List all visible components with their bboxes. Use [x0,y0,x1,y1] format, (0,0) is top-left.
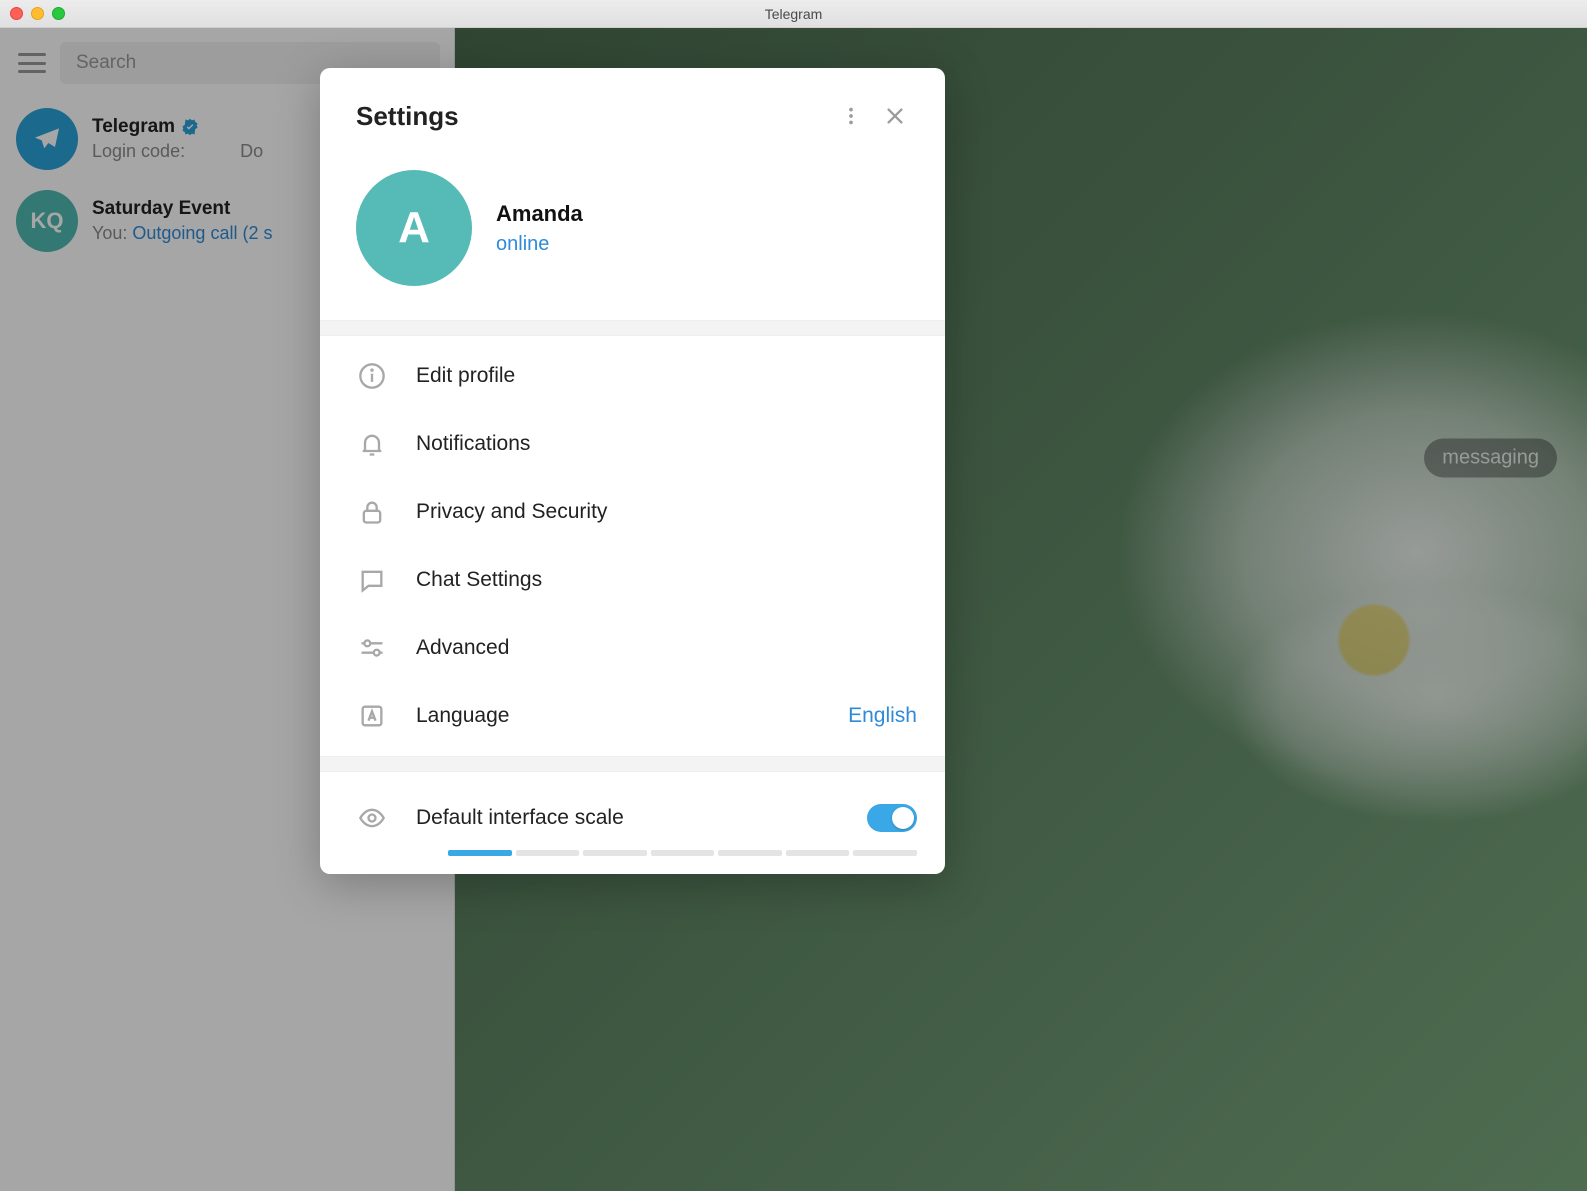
window-title: Telegram [0,6,1587,22]
chat-icon [356,564,388,596]
profile-section[interactable]: A Amanda online [320,144,945,320]
traffic-lights [10,7,65,20]
scale-seg [853,850,917,856]
close-button[interactable] [873,94,917,138]
scale-seg [448,850,512,856]
settings-menu: Edit profile Notifications Privacy and S… [320,336,945,756]
menu-item-edit-profile[interactable]: Edit profile [320,342,945,410]
info-icon [356,360,388,392]
menu-item-chat-settings[interactable]: Chat Settings [320,546,945,614]
window-zoom-button[interactable] [52,7,65,20]
menu-item-value: English [848,704,917,728]
profile-avatar-initial: A [398,203,430,253]
settings-modal: Settings A Amanda online Edit [320,68,945,874]
menu-item-advanced[interactable]: Advanced [320,614,945,682]
lock-icon [356,496,388,528]
scale-seg [786,850,850,856]
scale-seg [516,850,580,856]
scale-slider[interactable] [320,844,945,874]
kebab-icon [840,105,862,127]
menu-item-label: Chat Settings [416,568,917,592]
window-minimize-button[interactable] [31,7,44,20]
language-icon [356,700,388,732]
scale-row: Default interface scale [320,772,945,844]
menu-item-label: Language [416,704,820,728]
more-button[interactable] [829,94,873,138]
scale-seg [718,850,782,856]
sliders-icon [356,632,388,664]
section-separator [320,320,945,336]
menu-item-privacy[interactable]: Privacy and Security [320,478,945,546]
scale-toggle[interactable] [867,804,917,832]
window-titlebar: Telegram [0,0,1587,28]
scale-label: Default interface scale [416,806,839,830]
menu-item-label: Privacy and Security [416,500,917,524]
eye-icon [356,802,388,834]
scale-seg [651,850,715,856]
profile-avatar: A [356,170,472,286]
profile-name: Amanda [496,201,583,227]
scale-seg [583,850,647,856]
menu-item-label: Advanced [416,636,917,660]
bell-icon [356,428,388,460]
menu-item-label: Notifications [416,432,917,456]
menu-item-label: Edit profile [416,364,917,388]
section-separator [320,756,945,772]
settings-title: Settings [356,101,829,132]
menu-item-notifications[interactable]: Notifications [320,410,945,478]
profile-status: online [496,233,583,256]
menu-item-language[interactable]: Language English [320,682,945,750]
close-icon [884,105,906,127]
window-close-button[interactable] [10,7,23,20]
